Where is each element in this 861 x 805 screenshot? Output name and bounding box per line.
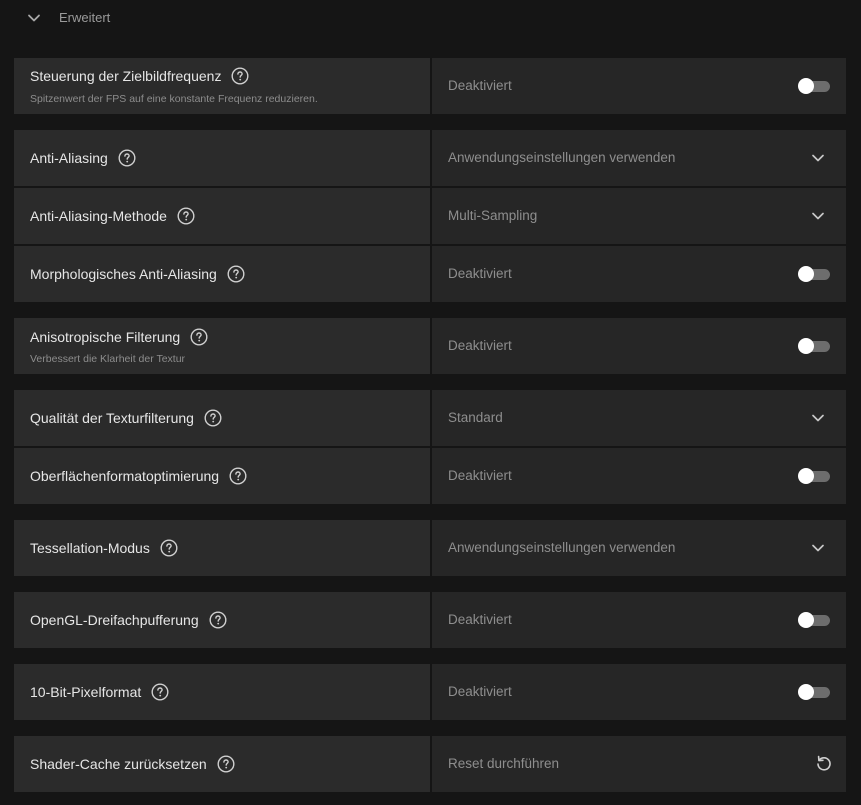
toggle-switch[interactable] — [798, 468, 830, 484]
group-anti-aliasing: Anti-Aliasing Anwendungseinstellungen ve… — [14, 130, 846, 302]
setting-value: Deaktiviert — [448, 78, 512, 93]
setting-value: Deaktiviert — [448, 612, 512, 627]
setting-dropdown[interactable]: Multi-Sampling — [432, 188, 846, 244]
section-header-erweitert[interactable]: Erweitert — [0, 0, 861, 38]
reset-icon[interactable] — [814, 754, 834, 774]
setting-control-cell[interactable]: Deaktiviert — [432, 246, 846, 302]
setting-value: Anwendungseinstellungen verwenden — [448, 540, 676, 555]
setting-dropdown[interactable]: Anwendungseinstellungen verwenden — [432, 520, 846, 576]
setting-title: Anti-Aliasing — [30, 150, 108, 166]
chevron-down-icon[interactable] — [27, 11, 41, 25]
setting-subtitle: Spitzenwert der FPS auf eine konstante F… — [30, 93, 318, 105]
setting-value: Deaktiviert — [448, 338, 512, 353]
setting-value: Deaktiviert — [448, 684, 512, 699]
setting-title: Anisotropische Filterung — [30, 329, 181, 345]
setting-title: Oberflächenformatoptimierung — [30, 468, 220, 484]
setting-value: Reset durchführen — [448, 756, 560, 771]
setting-value: Deaktiviert — [448, 266, 512, 281]
toggle-knob — [798, 266, 814, 282]
help-icon[interactable] — [151, 683, 169, 701]
setting-title: Morphologisches Anti-Aliasing — [30, 266, 217, 282]
chevron-down-icon[interactable] — [811, 411, 825, 425]
group-frame-rate: Steuerung der Zielbildfrequenz Spitzenwe… — [14, 58, 846, 114]
toggle-switch[interactable] — [798, 684, 830, 700]
section-title: Erweitert — [59, 10, 111, 25]
help-icon[interactable] — [209, 611, 227, 629]
chevron-down-icon[interactable] — [811, 541, 825, 555]
setting-dropdown[interactable]: Anwendungseinstellungen verwenden — [432, 130, 846, 186]
toggle-knob — [798, 78, 814, 94]
toggle-knob — [798, 684, 814, 700]
setting-subtitle: Verbessert die Klarheit der Textur — [30, 353, 186, 365]
group-tessellation: Tessellation-Modus Anwendungseinstellung… — [14, 520, 846, 576]
setting-value: Anwendungseinstellungen verwenden — [448, 150, 676, 165]
setting-label-cell: Anti-Aliasing — [14, 130, 430, 186]
setting-row-morphologisches-aa: Morphologisches Anti-Aliasing Deaktivier… — [14, 246, 846, 302]
help-icon[interactable] — [177, 207, 195, 225]
toggle-switch[interactable] — [798, 338, 830, 354]
help-icon[interactable] — [160, 539, 178, 557]
chevron-down-icon[interactable] — [811, 151, 825, 165]
setting-label-cell: Tessellation-Modus — [14, 520, 430, 576]
group-anisotropic: Anisotropische Filterung Verbessert die … — [14, 318, 846, 374]
setting-label-cell: OpenGL-Dreifachpufferung — [14, 592, 430, 648]
group-opengl: OpenGL-Dreifachpufferung Deaktiviert — [14, 592, 846, 648]
chevron-down-icon[interactable] — [811, 209, 825, 223]
setting-label-cell: Oberflächenformatoptimierung — [14, 448, 430, 504]
setting-value: Deaktiviert — [448, 468, 512, 483]
setting-control-cell[interactable]: Deaktiviert — [432, 592, 846, 648]
setting-title: 10-Bit-Pixelformat — [30, 684, 142, 700]
setting-row-zielbildfrequenz: Steuerung der Zielbildfrequenz Spitzenwe… — [14, 58, 846, 114]
toggle-switch[interactable] — [798, 266, 830, 282]
help-icon[interactable] — [227, 265, 245, 283]
advanced-settings-page: Erweitert Steuerung der Zielbildfrequenz… — [0, 0, 861, 805]
setting-label-cell: Shader-Cache zurücksetzen — [14, 736, 430, 792]
setting-row-tessellation: Tessellation-Modus Anwendungseinstellung… — [14, 520, 846, 576]
setting-row-oberflaechenformat: Oberflächenformatoptimierung Deaktiviert — [14, 448, 846, 504]
help-icon[interactable] — [204, 409, 222, 427]
setting-row-shader-cache: Shader-Cache zurücksetzen Reset durchfüh… — [14, 736, 846, 792]
toggle-switch[interactable] — [798, 78, 830, 94]
setting-title: Shader-Cache zurücksetzen — [30, 756, 207, 772]
setting-row-anti-aliasing: Anti-Aliasing Anwendungseinstellungen ve… — [14, 130, 846, 186]
setting-title: Steuerung der Zielbildfrequenz — [30, 68, 222, 84]
setting-control-cell[interactable]: Deaktiviert — [432, 664, 846, 720]
group-texture: Qualität der Texturfilterung Standard Ob… — [14, 390, 846, 504]
setting-control-cell[interactable]: Deaktiviert — [432, 318, 846, 374]
setting-title: Qualität der Texturfilterung — [30, 410, 194, 426]
setting-row-texturfilterung: Qualität der Texturfilterung Standard — [14, 390, 846, 446]
setting-title: OpenGL-Dreifachpufferung — [30, 612, 199, 628]
setting-control-cell[interactable]: Deaktiviert — [432, 58, 846, 114]
setting-title: Anti-Aliasing-Methode — [30, 208, 167, 224]
setting-value: Standard — [448, 410, 503, 425]
toggle-knob — [798, 468, 814, 484]
reset-shader-cache-button[interactable]: Reset durchführen — [432, 736, 846, 792]
help-icon[interactable] — [190, 328, 208, 346]
setting-label-cell: 10-Bit-Pixelformat — [14, 664, 430, 720]
setting-row-opengl-dreifachpufferung: OpenGL-Dreifachpufferung Deaktiviert — [14, 592, 846, 648]
toggle-switch[interactable] — [798, 612, 830, 628]
help-icon[interactable] — [118, 149, 136, 167]
help-icon[interactable] — [217, 755, 235, 773]
help-icon[interactable] — [231, 67, 249, 85]
setting-label-cell: Morphologisches Anti-Aliasing — [14, 246, 430, 302]
setting-control-cell[interactable]: Deaktiviert — [432, 448, 846, 504]
setting-row-anti-aliasing-methode: Anti-Aliasing-Methode Multi-Sampling — [14, 188, 846, 244]
help-icon[interactable] — [229, 467, 247, 485]
setting-label-cell: Anisotropische Filterung Verbessert die … — [14, 318, 430, 374]
setting-row-10-bit-pixelformat: 10-Bit-Pixelformat Deaktiviert — [14, 664, 846, 720]
setting-label-cell: Anti-Aliasing-Methode — [14, 188, 430, 244]
setting-label-cell: Steuerung der Zielbildfrequenz Spitzenwe… — [14, 58, 430, 114]
setting-title: Tessellation-Modus — [30, 540, 150, 556]
toggle-knob — [798, 612, 814, 628]
toggle-knob — [798, 338, 814, 354]
setting-dropdown[interactable]: Standard — [432, 390, 846, 446]
group-shader-cache: Shader-Cache zurücksetzen Reset durchfüh… — [14, 736, 846, 792]
setting-value: Multi-Sampling — [448, 208, 538, 223]
group-10-bit: 10-Bit-Pixelformat Deaktiviert — [14, 664, 846, 720]
setting-row-anisotropische-filterung: Anisotropische Filterung Verbessert die … — [14, 318, 846, 374]
setting-label-cell: Qualität der Texturfilterung — [14, 390, 430, 446]
